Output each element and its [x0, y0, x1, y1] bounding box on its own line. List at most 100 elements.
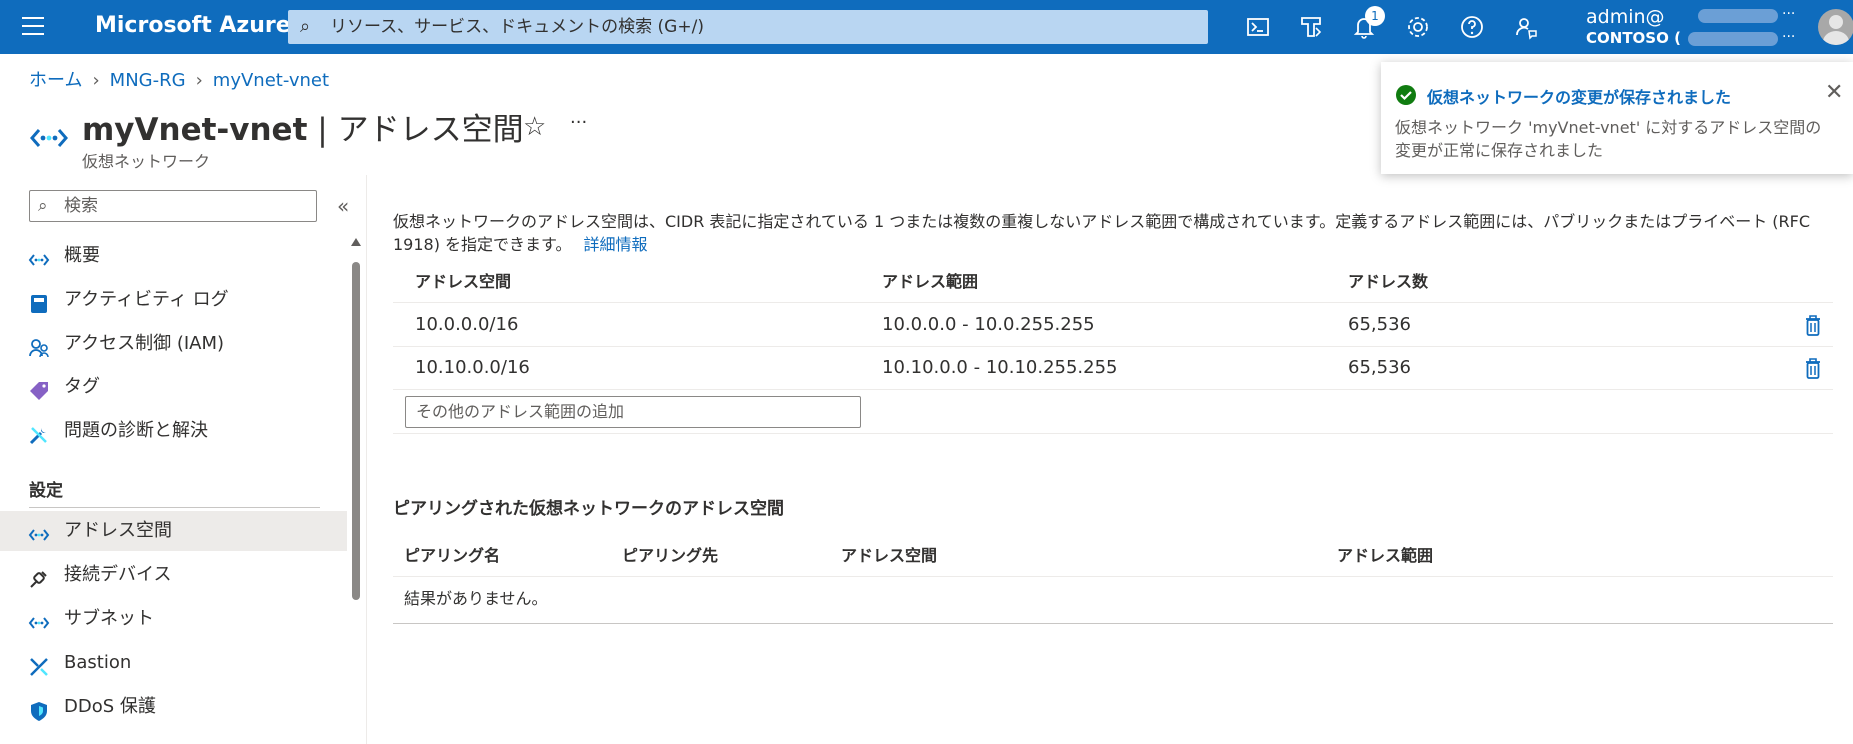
redacted-email: [1698, 9, 1778, 23]
table-divider: [393, 623, 1833, 624]
toast-title: 仮想ネットワークの変更が保存されました: [1427, 88, 1732, 107]
activity-log-icon: [28, 290, 50, 313]
sidebar-item-tags[interactable]: タグ: [0, 367, 347, 407]
shield-icon: [28, 697, 50, 721]
column-header-peering-name[interactable]: ピアリング名: [404, 542, 500, 566]
diagnose-icon: [28, 421, 50, 445]
table-divider: [393, 433, 1833, 434]
learn-more-link[interactable]: 詳細情報: [583, 235, 647, 254]
top-bar: Microsoft Azure ⌕ リソース、サービス、ドキュメントの検索 (G…: [0, 0, 1853, 54]
column-header-peer-address-range[interactable]: アドレス範囲: [1337, 542, 1433, 566]
success-check-icon: [1395, 84, 1417, 106]
delete-icon[interactable]: [1803, 356, 1823, 380]
tag-icon: [28, 377, 50, 400]
column-header-address-count[interactable]: アドレス数: [1348, 268, 1428, 292]
sidebar-item-bastion[interactable]: Bastion: [0, 643, 347, 683]
vnet-icon: [28, 521, 50, 543]
breadcrumb: ホーム › MNG-RG › myVnet-vnet: [29, 66, 329, 92]
sidebar-item-overview[interactable]: 概要: [0, 236, 347, 276]
redacted-tenant: [1688, 32, 1778, 46]
favorite-star-icon[interactable]: ☆: [523, 112, 546, 142]
plug-icon: [28, 565, 50, 588]
sidebar-search-placeholder: 検索: [64, 196, 98, 216]
global-search-input[interactable]: ⌕ リソース、サービス、ドキュメントの検索 (G+/): [288, 10, 1208, 44]
delete-icon[interactable]: [1803, 313, 1823, 337]
sidebar-item-label: DDoS 保護: [64, 696, 156, 717]
scroll-up-icon[interactable]: [351, 238, 361, 246]
toast-body: 仮想ネットワーク 'myVnet-vnet' に対するアドレス空間の変更が正常に…: [1395, 118, 1822, 160]
bastion-icon: [28, 653, 50, 676]
address-range-cell: 10.10.0.0 - 10.10.255.255: [882, 357, 1118, 378]
global-search-placeholder: リソース、サービス、ドキュメントの検索 (G+/): [330, 17, 704, 37]
sidebar-item-label: タグ: [64, 376, 100, 397]
settings-icon[interactable]: [1403, 12, 1433, 42]
add-address-range-input[interactable]: その他のアドレス範囲の追加: [405, 396, 861, 428]
help-icon[interactable]: [1457, 12, 1487, 42]
address-range-cell: 10.0.0.0 - 10.0.255.255: [882, 314, 1095, 335]
sidebar-item-subnets[interactable]: サブネット: [0, 599, 347, 639]
address-space-description: 仮想ネットワークのアドレス空間は、CIDR 表記に指定されている 1 つまたは複…: [393, 210, 1838, 256]
table-divider: [393, 576, 1833, 577]
notification-badge: 1: [1365, 6, 1385, 26]
breadcrumb-vnet[interactable]: myVnet-vnet: [213, 70, 329, 91]
sidebar-item-label: 概要: [64, 245, 100, 266]
sidebar-item-label: サブネット: [64, 608, 154, 629]
sidebar-item-activity-log[interactable]: アクティビティ ログ: [0, 280, 347, 320]
address-space-cell[interactable]: 10.0.0.0/16: [415, 314, 518, 335]
sidebar-item-diagnose[interactable]: 問題の診断と解決: [0, 411, 347, 451]
sidebar-item-ddos[interactable]: DDoS 保護: [0, 687, 347, 727]
account-name[interactable]: admin@: [1586, 6, 1665, 28]
vnet-icon: [28, 246, 50, 268]
sidebar-item-label: アクセス制御 (IAM): [64, 333, 225, 354]
search-icon: ⌕: [38, 196, 48, 216]
sidebar-item-address-space[interactable]: アドレス空間: [0, 511, 347, 551]
iam-icon: [28, 334, 50, 358]
collapse-sidebar-icon[interactable]: «: [337, 194, 349, 218]
table-divider: [393, 389, 1833, 390]
resource-type: 仮想ネットワーク: [82, 152, 211, 171]
vnet-icon: [28, 609, 50, 631]
title-separator: |: [317, 112, 328, 148]
resource-name: myVnet-vnet: [82, 112, 308, 148]
account-tenant-overflow: ···: [1782, 29, 1796, 45]
column-header-address-space[interactable]: アドレス空間: [415, 268, 511, 292]
account-tenant[interactable]: CONTOSO (: [1586, 29, 1681, 47]
breadcrumb-home[interactable]: ホーム: [29, 70, 82, 91]
sidebar-item-iam[interactable]: アクセス制御 (IAM): [0, 324, 347, 364]
address-count-cell: 65,536: [1348, 357, 1411, 378]
column-header-address-range[interactable]: アドレス範囲: [882, 268, 978, 292]
more-options-icon[interactable]: ···: [570, 112, 587, 133]
sidebar-item-label: 問題の診断と解決: [64, 420, 208, 441]
sidebar-item-label: アドレス空間: [64, 520, 172, 541]
breadcrumb-resource-group[interactable]: MNG-RG: [110, 70, 186, 91]
add-address-range-placeholder: その他のアドレス範囲の追加: [416, 402, 625, 421]
sidebar-item-connected-devices[interactable]: 接続デバイス: [0, 555, 347, 595]
address-space-cell[interactable]: 10.10.0.0/16: [415, 357, 530, 378]
menu-icon[interactable]: [22, 17, 44, 37]
avatar[interactable]: [1818, 9, 1853, 45]
brand-title[interactable]: Microsoft Azure: [95, 13, 291, 38]
sidebar-divider: [29, 507, 320, 508]
table-divider: [393, 346, 1833, 347]
feedback-icon[interactable]: [1511, 12, 1541, 42]
vnet-icon: [29, 118, 69, 158]
cloud-shell-icon[interactable]: [1243, 12, 1273, 42]
empty-results-text: 結果がありません。: [404, 589, 548, 608]
sidebar-search-input[interactable]: ⌕ 検索: [29, 190, 317, 222]
success-toast[interactable]: 仮想ネットワークの変更が保存されました 仮想ネットワーク 'myVnet-vne…: [1381, 62, 1853, 174]
sidebar-scrollbar[interactable]: [352, 262, 360, 600]
column-header-peer-address-space[interactable]: アドレス空間: [841, 542, 937, 566]
close-icon[interactable]: ✕: [1825, 80, 1843, 105]
sidebar-section-settings: 設定: [29, 481, 63, 501]
chevron-right-icon: ›: [195, 70, 203, 91]
column-header-peering-target[interactable]: ピアリング先: [622, 542, 718, 566]
page-title: myVnet-vnet | アドレス空間: [82, 104, 524, 149]
directory-filter-icon[interactable]: [1296, 12, 1326, 42]
sidebar-item-label: アクティビティ ログ: [64, 289, 229, 310]
account-name-overflow: ···: [1782, 6, 1796, 22]
search-icon: ⌕: [300, 16, 311, 37]
page-name: アドレス空間: [337, 112, 524, 148]
peering-section-title: ピアリングされた仮想ネットワークのアドレス空間: [393, 499, 784, 519]
sidebar-item-label: 接続デバイス: [64, 564, 172, 585]
table-divider: [393, 302, 1833, 303]
